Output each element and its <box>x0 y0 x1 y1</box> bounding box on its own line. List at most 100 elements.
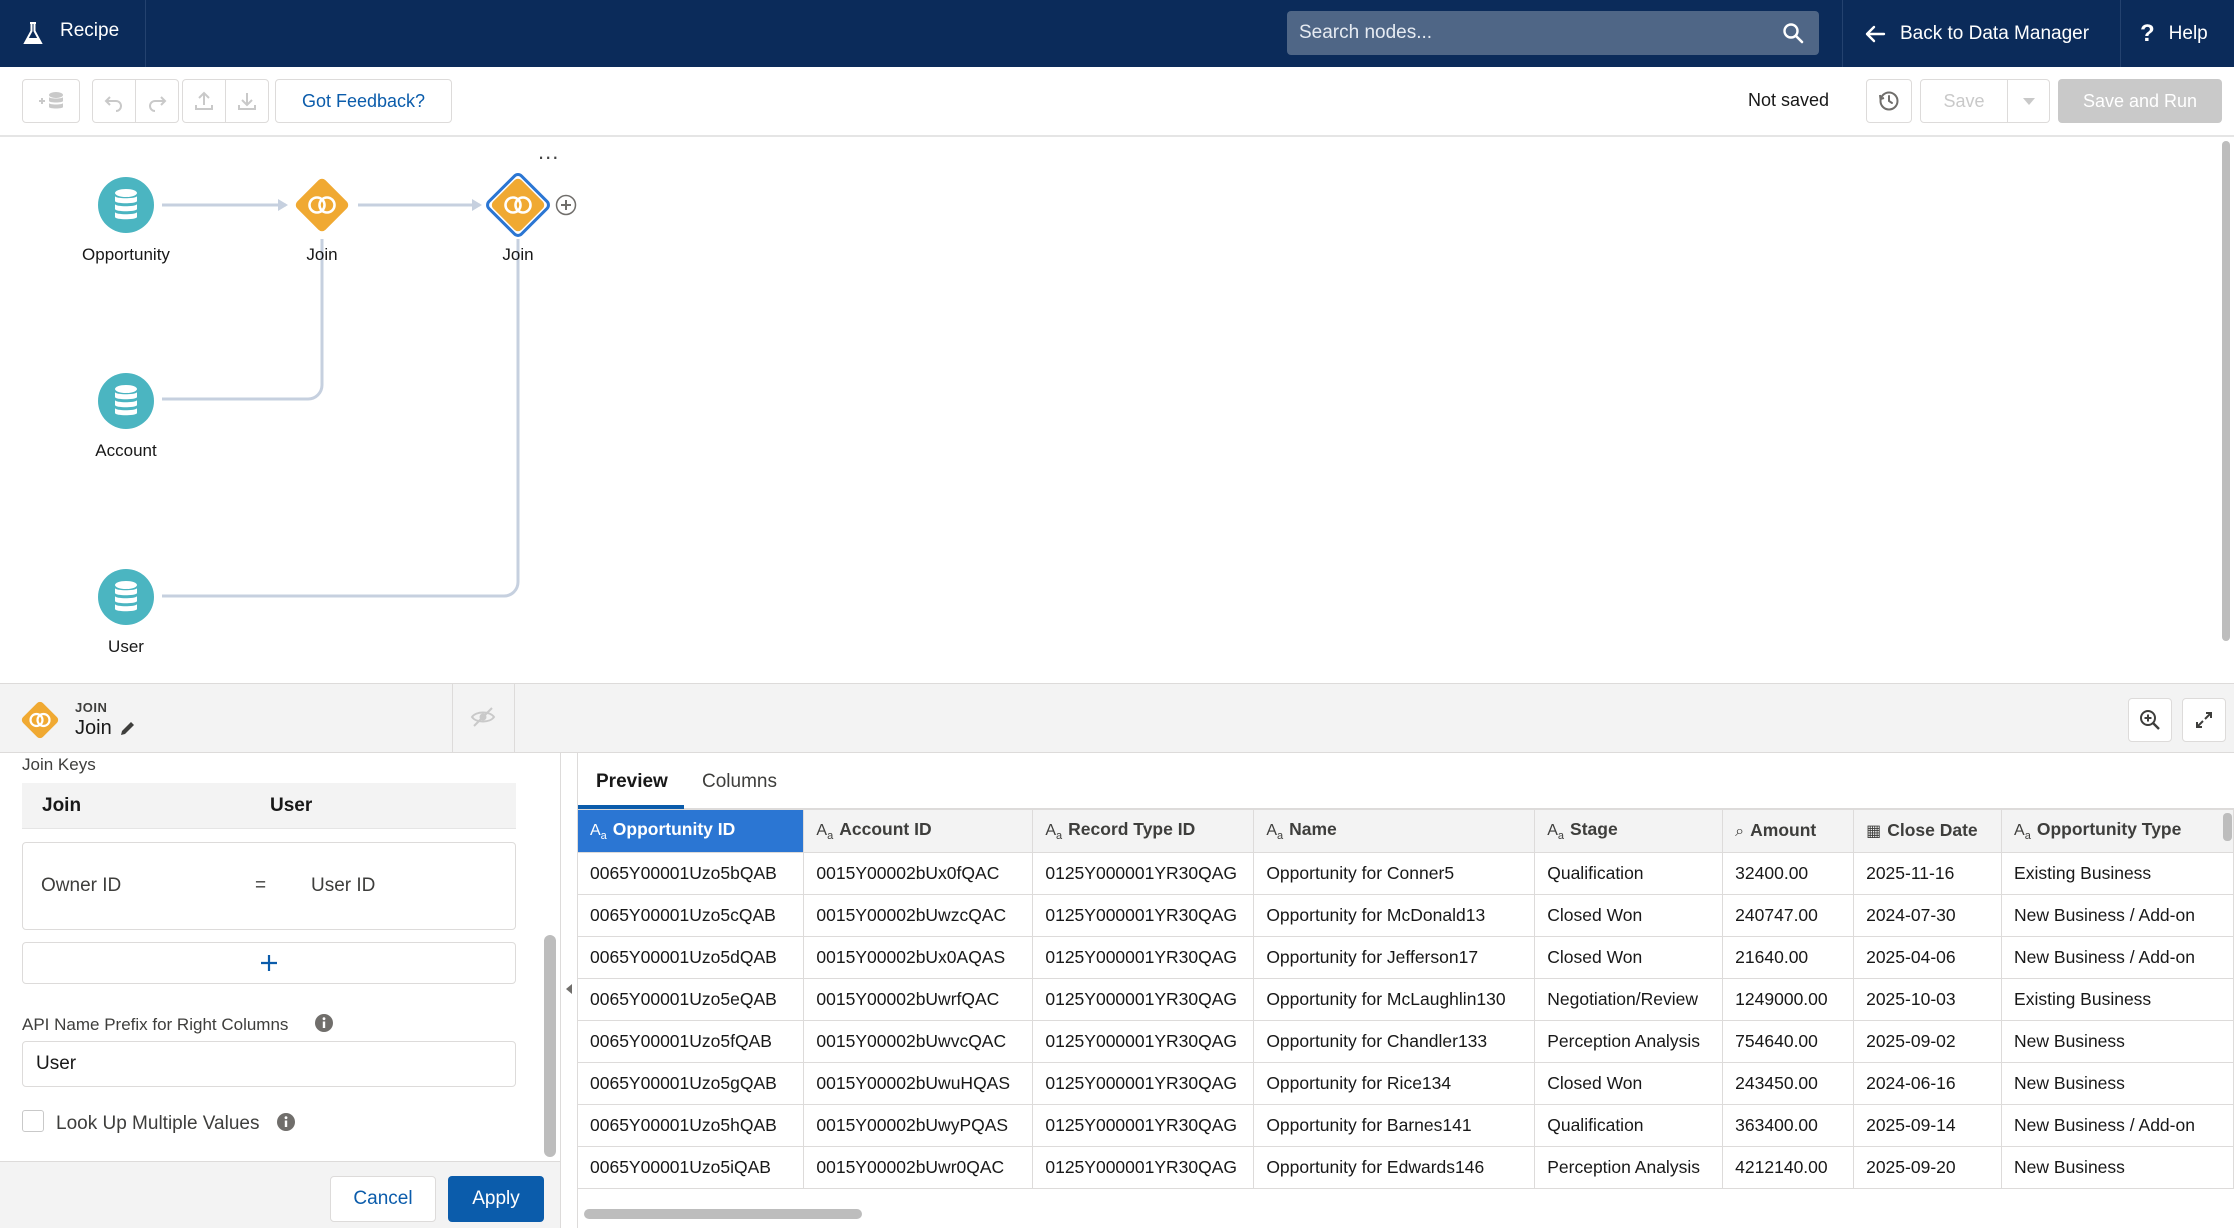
upload-button[interactable] <box>182 79 226 123</box>
table-cell[interactable]: Closed Won <box>1534 1062 1724 1105</box>
search-input[interactable] <box>1287 11 1767 55</box>
table-cell[interactable]: 0065Y00001Uzo5hQAB <box>578 1104 805 1147</box>
table-cell[interactable]: 2025-10-03 <box>1853 978 2003 1021</box>
table-row[interactable]: 0065Y00001Uzo5cQAB 0015Y00002bUwzcQAC 0125… <box>578 894 2234 937</box>
canvas-scrollbar[interactable] <box>2222 141 2230 641</box>
table-row[interactable]: 0065Y00001Uzo5bQAB 0015Y00002bUx0fQAC 0125… <box>578 852 2234 895</box>
config-scrollbar[interactable] <box>544 935 556 1157</box>
add-input-data-button[interactable] <box>22 79 80 123</box>
preview-grid[interactable]: Aa Opportunity ID Aa Account ID Aa Record Typ… <box>578 809 2234 1191</box>
table-cell[interactable]: Opportunity for Rice134 <box>1253 1062 1536 1105</box>
cancel-button[interactable]: Cancel <box>330 1176 436 1222</box>
table-cell[interactable]: New Business <box>2001 1020 2234 1063</box>
table-cell[interactable]: 0125Y000001YR30QAG <box>1032 1104 1255 1147</box>
table-cell[interactable]: 0125Y000001YR30QAG <box>1032 1062 1255 1105</box>
table-cell[interactable]: 0065Y00001Uzo5gQAB <box>578 1062 805 1105</box>
left-key-field[interactable]: Owner ID <box>41 875 121 897</box>
table-cell[interactable]: Opportunity for Chandler133 <box>1253 1020 1536 1063</box>
table-cell[interactable]: Perception Analysis <box>1534 1020 1724 1063</box>
table-cell[interactable]: Negotiation/Review <box>1534 978 1724 1021</box>
table-cell[interactable]: 0065Y00001Uzo5bQAB <box>578 852 805 895</box>
history-button[interactable] <box>1866 79 1912 123</box>
back-to-data-manager-link[interactable]: Back to Data Manager <box>1864 0 2089 67</box>
add-node-icon[interactable] <box>555 194 577 216</box>
grid-horizontal-scrollbar[interactable] <box>584 1209 862 1219</box>
undo-button[interactable] <box>92 79 136 123</box>
column-header[interactable]: Aa Stage <box>1534 810 1724 853</box>
table-cell[interactable]: Perception Analysis <box>1534 1146 1724 1189</box>
table-row[interactable]: 0065Y00001Uzo5hQAB 0015Y00002bUwyPQAS 0125… <box>578 1104 2234 1147</box>
table-cell[interactable]: 2024-06-16 <box>1853 1062 2003 1105</box>
table-cell[interactable]: Existing Business <box>2001 978 2234 1021</box>
table-row[interactable]: 0065Y00001Uzo5dQAB 0015Y00002bUx0AQAS 0125… <box>578 936 2234 979</box>
column-header[interactable]: ▦ Close Date <box>1853 810 2003 853</box>
table-cell[interactable]: 0015Y00002bUwvcQAC <box>803 1020 1034 1063</box>
search-icon[interactable] <box>1781 21 1805 45</box>
tab-columns[interactable]: Columns <box>702 771 777 793</box>
table-cell[interactable]: 0125Y000001YR30QAG <box>1032 936 1255 979</box>
table-cell[interactable]: 2025-09-02 <box>1853 1020 2003 1063</box>
add-join-key-button[interactable] <box>22 942 516 984</box>
download-button[interactable] <box>225 79 269 123</box>
redo-button[interactable] <box>135 79 179 123</box>
table-cell[interactable]: 0015Y00002bUx0fQAC <box>803 852 1034 895</box>
table-cell[interactable]: 0065Y00001Uzo5cQAB <box>578 894 805 937</box>
table-row[interactable]: 0065Y00001Uzo5eQAB 0015Y00002bUwrfQAC 0125… <box>578 978 2234 1021</box>
table-cell[interactable]: Existing Business <box>2001 852 2234 895</box>
table-cell[interactable]: 21640.00 <box>1722 936 1855 979</box>
table-cell[interactable]: 0015Y00002bUwr0QAC <box>803 1146 1034 1189</box>
table-cell[interactable]: Closed Won <box>1534 936 1724 979</box>
table-row[interactable]: 0065Y00001Uzo5gQAB 0015Y00002bUwuHQAS 0125… <box>578 1062 2234 1105</box>
table-cell[interactable]: 0015Y00002bUwrfQAC <box>803 978 1034 1021</box>
table-cell[interactable]: New Business / Add-on <box>2001 894 2234 937</box>
table-cell[interactable]: Closed Won <box>1534 894 1724 937</box>
info-icon[interactable] <box>276 1112 296 1132</box>
table-cell[interactable]: 0065Y00001Uzo5dQAB <box>578 936 805 979</box>
table-cell[interactable]: Opportunity for Barnes141 <box>1253 1104 1536 1147</box>
table-cell[interactable]: 0125Y000001YR30QAG <box>1032 978 1255 1021</box>
apply-button[interactable]: Apply <box>448 1176 544 1222</box>
table-cell[interactable]: 363400.00 <box>1722 1104 1855 1147</box>
info-icon[interactable] <box>314 1013 334 1033</box>
table-cell[interactable]: Opportunity for McLaughlin130 <box>1253 978 1536 1021</box>
tab-preview[interactable]: Preview <box>596 771 668 793</box>
got-feedback-button[interactable]: Got Feedback? <box>275 79 452 123</box>
table-cell[interactable]: 0015Y00002bUwzcQAC <box>803 894 1034 937</box>
help-link[interactable]: ? Help <box>2140 0 2208 67</box>
lookup-multiple-checkbox[interactable] <box>22 1110 44 1132</box>
collapse-left-icon[interactable] <box>565 983 573 995</box>
table-cell[interactable]: 2025-09-14 <box>1853 1104 2003 1147</box>
table-cell[interactable]: 2025-11-16 <box>1853 852 2003 895</box>
expand-button[interactable] <box>2182 698 2226 742</box>
table-cell[interactable]: Opportunity for Conner5 <box>1253 852 1536 895</box>
table-cell[interactable]: Opportunity for McDonald13 <box>1253 894 1536 937</box>
table-cell[interactable]: 240747.00 <box>1722 894 1855 937</box>
table-row[interactable]: 0065Y00001Uzo5fQAB 0015Y00002bUwvcQAC 0125… <box>578 1020 2234 1063</box>
table-cell[interactable]: 0125Y000001YR30QAG <box>1032 894 1255 937</box>
table-cell[interactable]: 2025-09-20 <box>1853 1146 2003 1189</box>
column-header[interactable]: Aa Name <box>1253 810 1536 853</box>
table-cell[interactable]: 2024-07-30 <box>1853 894 2003 937</box>
save-options-dropdown[interactable] <box>2008 79 2050 123</box>
table-cell[interactable]: 0015Y00002bUx0AQAS <box>803 936 1034 979</box>
opportunity-input-node[interactable] <box>96 175 156 235</box>
join-node-selected[interactable] <box>482 169 554 241</box>
column-header[interactable]: Aa Record Type ID <box>1032 810 1255 853</box>
join-node[interactable] <box>292 175 352 235</box>
table-cell[interactable]: Opportunity for Jefferson17 <box>1253 936 1536 979</box>
recipe-canvas[interactable]: ... Opportunity Join Join Account User <box>0 139 2234 683</box>
table-cell[interactable]: New Business <box>2001 1062 2234 1105</box>
account-input-node[interactable] <box>96 371 156 431</box>
right-key-field[interactable]: User ID <box>311 875 375 897</box>
panel-splitter[interactable] <box>560 753 578 1228</box>
table-cell[interactable]: 0065Y00001Uzo5fQAB <box>578 1020 805 1063</box>
table-cell[interactable]: 0125Y000001YR30QAG <box>1032 852 1255 895</box>
table-cell[interactable]: 0125Y000001YR30QAG <box>1032 1146 1255 1189</box>
table-cell[interactable]: New Business / Add-on <box>2001 1104 2234 1147</box>
table-cell[interactable]: Qualification <box>1534 852 1724 895</box>
search-box[interactable] <box>1287 11 1819 55</box>
zoom-preview-button[interactable] <box>2128 698 2172 742</box>
table-cell[interactable]: Qualification <box>1534 1104 1724 1147</box>
column-header[interactable]: ⌕ Amount <box>1722 810 1855 853</box>
column-header[interactable]: Aa Opportunity ID <box>578 810 805 853</box>
